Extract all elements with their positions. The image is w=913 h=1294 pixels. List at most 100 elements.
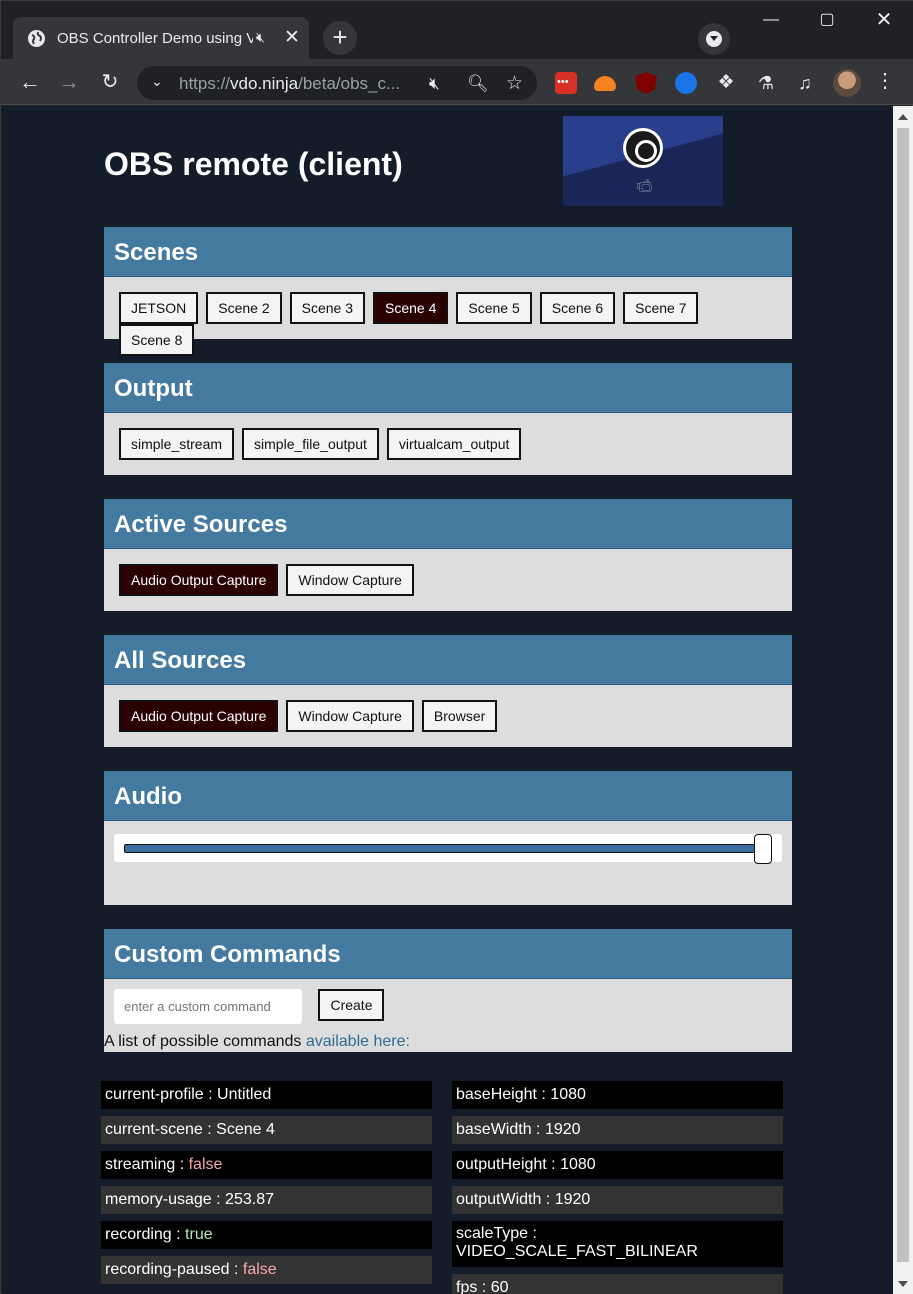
stat-value: 1920 bbox=[554, 1191, 591, 1208]
scenes-heading: Scenes bbox=[104, 227, 792, 277]
volume-slider[interactable] bbox=[114, 834, 782, 864]
stat-key: baseHeight bbox=[456, 1086, 537, 1103]
source-button-active[interactable]: Audio Output Capture bbox=[119, 564, 279, 596]
extensions-puzzle-icon[interactable]: ❖ bbox=[715, 72, 737, 94]
tab-muted-icon[interactable]: 🔇︎ bbox=[256, 29, 265, 46]
url-prefix: https:// bbox=[179, 74, 231, 93]
scenes-panel: Scenes JETSON Scene 2 Scene 3 Scene 4 Scene … bbox=[104, 227, 792, 356]
bookmark-star-icon[interactable]: ☆ bbox=[506, 72, 523, 95]
tab-search-button[interactable] bbox=[698, 23, 730, 55]
stat-value: VIDEO_SCALE_FAST_BILINEAR bbox=[456, 1243, 698, 1260]
source-button[interactable]: Window Capture bbox=[286, 700, 414, 732]
source-button[interactable]: Browser bbox=[421, 700, 498, 732]
all-sources-heading: All Sources bbox=[104, 635, 792, 685]
scene-button[interactable]: Scene 8 bbox=[119, 324, 195, 356]
stat-value: Scene 4 bbox=[216, 1121, 275, 1138]
stat-value-false: false bbox=[242, 1261, 277, 1278]
back-arrow-icon[interactable]: ← bbox=[15, 67, 45, 97]
media-queue-icon[interactable]: ♫ bbox=[794, 72, 816, 94]
output-button[interactable]: simple_stream bbox=[119, 428, 235, 460]
scroll-down-arrow-icon[interactable] bbox=[898, 1281, 908, 1287]
output-button[interactable]: virtualcam_output bbox=[386, 428, 522, 460]
stat-value: 1080 bbox=[550, 1086, 586, 1103]
commands-note: A list of possible commands available he… bbox=[104, 1033, 410, 1051]
extension-lastpass-icon[interactable] bbox=[555, 72, 577, 94]
active-sources-panel: Active Sources Audio Output Capture Windo… bbox=[104, 499, 792, 611]
stat-value: 253.87 bbox=[225, 1191, 274, 1208]
volume-slider-thumb[interactable] bbox=[754, 834, 772, 864]
stat-value: 60 bbox=[490, 1279, 509, 1294]
obs-video-preview: 📹︎ bbox=[563, 116, 723, 206]
reload-icon[interactable]: ↻ bbox=[95, 67, 125, 97]
scene-button-active[interactable]: Scene 4 bbox=[372, 292, 449, 324]
audio-heading: Audio bbox=[104, 771, 792, 821]
stats-right-column: baseHeight : 1080 baseWidth : 1920 outpu… bbox=[452, 1081, 783, 1294]
browser-tab[interactable]: OBS Controller Demo using VDO.Ninja 🔇︎ ✕ bbox=[13, 17, 309, 59]
minimize-icon[interactable]: — bbox=[742, 1, 800, 41]
zoom-icon[interactable]: 🔍︎ bbox=[467, 74, 489, 94]
page-scrollbar[interactable] bbox=[893, 106, 913, 1294]
scenes-buttons: JETSON Scene 2 Scene 3 Scene 4 Scene 5 Scene … bbox=[104, 277, 792, 356]
scene-button[interactable]: Scene 3 bbox=[289, 292, 365, 324]
stat-row: current-scene : Scene 4 bbox=[101, 1116, 432, 1144]
active-sources-buttons: Audio Output Capture Window Capture bbox=[104, 549, 792, 596]
output-button[interactable]: simple_file_output bbox=[242, 428, 379, 460]
address-bar[interactable]: ⌄ https://vdo.ninja/beta/obs_c... 🔇︎ 🔍︎ … bbox=[137, 66, 537, 100]
maximize-icon[interactable]: ▢ bbox=[798, 1, 856, 41]
page-title: OBS remote (client) bbox=[104, 146, 403, 182]
stat-row: current-profile : Untitled bbox=[101, 1081, 432, 1109]
stat-row: recording : true bbox=[101, 1221, 432, 1249]
stat-key: scaleType bbox=[456, 1225, 529, 1242]
browser-window: OBS Controller Demo using VDO.Ninja 🔇︎ ✕… bbox=[0, 0, 913, 1294]
window-close-icon[interactable]: ✕ bbox=[855, 1, 913, 41]
output-panel: Output simple_stream simple_file_output vi… bbox=[104, 363, 792, 475]
sound-blocked-icon[interactable]: 🔇︎ bbox=[429, 74, 440, 94]
commands-doc-link[interactable]: available here: bbox=[306, 1033, 410, 1050]
stat-row: streaming : false bbox=[101, 1151, 432, 1179]
kebab-menu-icon[interactable]: ⋮ bbox=[875, 70, 895, 92]
tab-close-icon[interactable]: ✕ bbox=[284, 26, 300, 49]
stat-key: recording bbox=[105, 1226, 172, 1243]
profile-avatar[interactable] bbox=[833, 69, 861, 97]
create-button[interactable]: Create bbox=[318, 989, 385, 1021]
custom-commands-heading: Custom Commands bbox=[104, 929, 792, 979]
output-buttons: simple_stream simple_file_output virtualca… bbox=[104, 413, 792, 460]
stat-key: current-scene bbox=[105, 1121, 203, 1138]
extension-search-icon[interactable] bbox=[675, 72, 697, 94]
scene-button[interactable]: Scene 5 bbox=[456, 292, 532, 324]
stat-key: streaming bbox=[105, 1156, 176, 1173]
stat-row: recording-paused : false bbox=[101, 1256, 432, 1284]
scene-button[interactable]: Scene 6 bbox=[539, 292, 616, 324]
new-tab-button[interactable]: + bbox=[323, 21, 357, 55]
custom-commands-body: Create A list of possible commands avail… bbox=[104, 979, 792, 1052]
scene-button[interactable]: Scene 7 bbox=[623, 292, 699, 324]
audio-panel: Audio bbox=[104, 771, 792, 905]
url-text[interactable]: https://vdo.ninja/beta/obs_c... bbox=[179, 74, 413, 94]
scrollbar-thumb[interactable] bbox=[897, 128, 909, 1262]
all-sources-panel: All Sources Audio Output Capture Window C… bbox=[104, 635, 792, 747]
forward-arrow-icon[interactable]: → bbox=[54, 67, 84, 97]
stat-row: scaleType : VIDEO_SCALE_FAST_BILINEAR bbox=[452, 1221, 783, 1267]
stat-value-true: true bbox=[185, 1226, 213, 1243]
extension-ublock-icon[interactable] bbox=[635, 72, 657, 94]
stat-row: outputWidth : 1920 bbox=[452, 1186, 783, 1214]
custom-command-input[interactable] bbox=[114, 989, 302, 1024]
stat-row: memory-usage : 253.87 bbox=[101, 1186, 432, 1214]
source-button[interactable]: Window Capture bbox=[286, 564, 414, 596]
chevron-down-icon[interactable]: ⌄ bbox=[151, 73, 163, 90]
scene-button[interactable]: JETSON bbox=[119, 292, 199, 324]
scene-button[interactable]: Scene 2 bbox=[206, 292, 282, 324]
stat-key: current-profile bbox=[105, 1086, 204, 1103]
stat-value: Untitled bbox=[217, 1086, 272, 1103]
volume-slider-track[interactable] bbox=[124, 844, 764, 853]
stat-row: fps : 60 bbox=[452, 1274, 783, 1294]
custom-commands-panel: Custom Commands Create A list of possibl… bbox=[104, 929, 792, 1052]
stat-key: outputHeight bbox=[456, 1156, 547, 1173]
source-button-active[interactable]: Audio Output Capture bbox=[119, 700, 279, 732]
extension-cloud-icon[interactable] bbox=[594, 76, 616, 91]
tab-strip: OBS Controller Demo using VDO.Ninja 🔇︎ ✕… bbox=[1, 1, 913, 59]
labs-flask-icon[interactable]: ⚗ bbox=[755, 72, 777, 94]
stat-value-false: false bbox=[188, 1156, 223, 1173]
stat-key: memory-usage bbox=[105, 1191, 212, 1208]
scroll-up-arrow-icon[interactable] bbox=[898, 114, 908, 120]
